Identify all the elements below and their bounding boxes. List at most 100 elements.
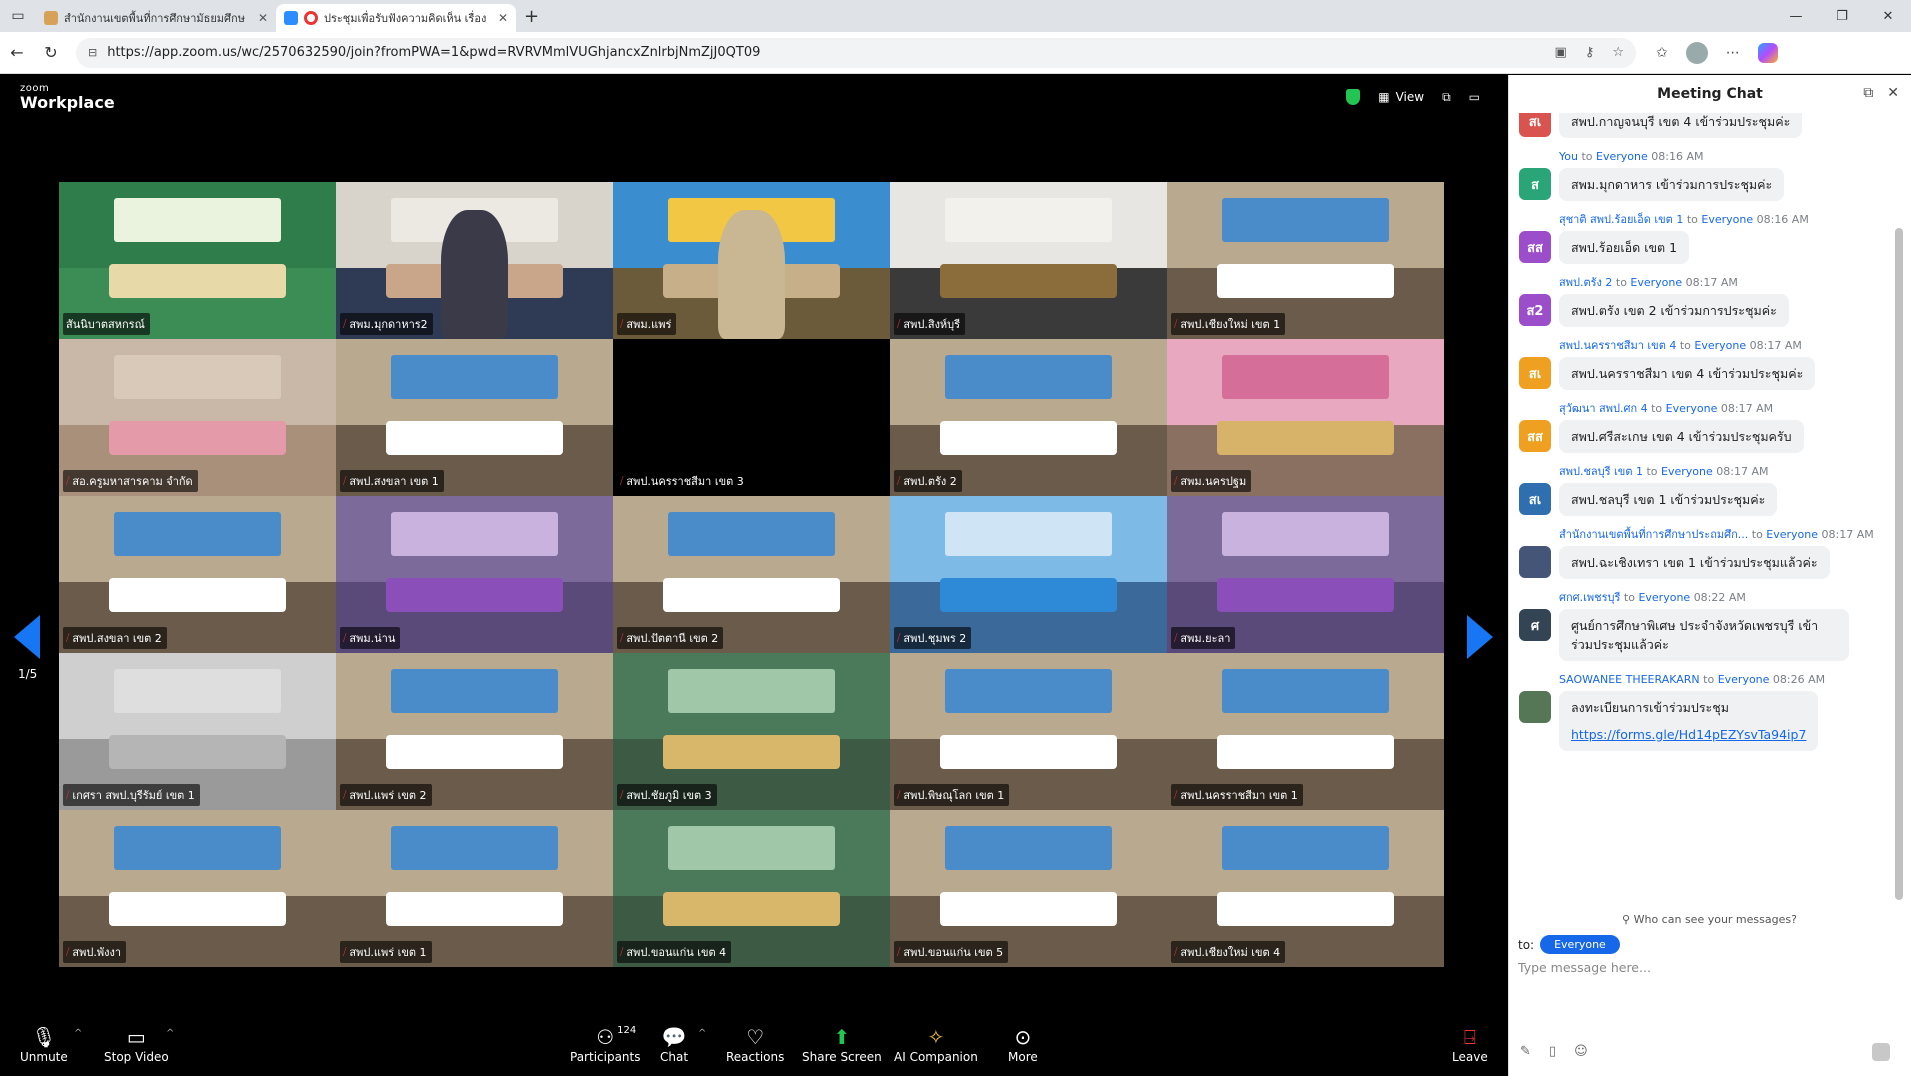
who-can-see-link[interactable]: ⚲ Who can see your messages? [1508, 913, 1911, 926]
share-screen-button[interactable]: ⬆ Share Screen [802, 1024, 882, 1064]
video-tile[interactable]: ⧸ สอ.ครูมหาสารคาม จำกัด [59, 339, 336, 496]
message-meta: สพป.ตรัง 2 to Everyone 08:17 AM [1559, 272, 1897, 294]
restore-icon[interactable]: ❐ [1819, 9, 1865, 24]
participant-name: สพป.ขอนแก่น เขต 4 [626, 946, 727, 959]
sender-name[interactable]: สำนักงานเขตพื้นที่การศึกษาประถมศึก... [1559, 528, 1748, 541]
leave-button[interactable]: ⍈ Leave [1452, 1024, 1488, 1064]
video-tile[interactable]: ⧸ เกศรา สพป.บุรีรัมย์ เขต 1 [59, 653, 336, 810]
sender-name[interactable]: สพป.ตรัง 2 [1559, 276, 1612, 289]
recipient-selector[interactable]: Everyone [1540, 935, 1620, 954]
video-tile[interactable]: ⧸ สพป.ชุมพร 2 [890, 496, 1167, 653]
chat-options-caret-icon[interactable]: ^ [698, 1028, 706, 1039]
close-tab-icon[interactable]: ✕ [498, 11, 508, 25]
participants-button[interactable]: ⚇ 124 Participants [570, 1024, 641, 1064]
chat-scrollbar[interactable] [1895, 228, 1903, 900]
close-window-icon[interactable]: ✕ [1865, 9, 1911, 24]
stop-video-button[interactable]: ▭ Stop Video [104, 1024, 169, 1064]
audio-options-caret-icon[interactable]: ^ [74, 1028, 82, 1039]
to-word: to [1751, 528, 1763, 541]
new-tab-icon[interactable]: + [524, 6, 539, 27]
scene-table [385, 577, 564, 613]
chat-button[interactable]: 💬 Chat [660, 1024, 688, 1064]
video-tile[interactable]: ⧸ สพป.ตรัง 2 [890, 339, 1167, 496]
video-tile[interactable]: ⧸ สพป.นครราชสีมา เขต 1 [1167, 653, 1444, 810]
video-tile[interactable]: ⧸ สพป.พังงา [59, 810, 336, 967]
video-tile[interactable]: ⧸ สพป.เชียงใหม่ เขต 1 [1167, 182, 1444, 339]
copilot-icon[interactable] [1757, 42, 1778, 63]
recipient-name: Everyone [1630, 276, 1683, 289]
video-tile[interactable]: ⧸ สพป.ชัยภูมิ เขต 3 [613, 653, 890, 810]
format-text-icon[interactable]: ✎ [1520, 1044, 1531, 1059]
favorites-icon[interactable]: ✩ [1656, 45, 1668, 61]
message-bubble: สพป.ร้อยเอ็ด เขต 1 [1559, 231, 1690, 264]
participant-name-label: ⧸ สพป.ขอนแก่น เขต 5 [894, 941, 1009, 963]
pop-out-icon[interactable]: ⧉ [1863, 85, 1873, 101]
participant-name-label: ⧸ สพม.ยะลา [1171, 627, 1236, 649]
ai-companion-button[interactable]: ✧ AI Companion [894, 1024, 978, 1064]
video-tile[interactable]: ⧸ สพป.สงขลา เขต 1 [336, 339, 613, 496]
video-tile[interactable]: ⧸ สพม.น่าน [336, 496, 613, 653]
picture-in-picture-icon[interactable]: ⧉ [1442, 90, 1451, 105]
more-button[interactable]: ⊙ More [1008, 1024, 1038, 1064]
video-tile[interactable]: ⧸ สพป.สงขลา เขต 2 [59, 496, 336, 653]
message-link[interactable]: https://forms.gle/Hd14pEZYsvTa94ip7 [1571, 725, 1806, 744]
close-chat-icon[interactable]: ✕ [1887, 85, 1899, 101]
video-tile[interactable]: ⧸ สพม.แพร่ [613, 182, 890, 339]
scene-table [108, 891, 287, 927]
sender-name[interactable]: สพป.ชลบุรี เขต 1 [1559, 465, 1643, 478]
chat-input[interactable]: Type message here... [1518, 960, 1651, 975]
browser-tab-1[interactable]: สำนักงานเขตพื้นที่การศึกษามัธยมศึกษ ✕ [36, 4, 276, 32]
next-page-icon[interactable] [1467, 615, 1493, 659]
camera-icon[interactable]: ▣ [1555, 45, 1567, 60]
sender-name[interactable]: You [1559, 150, 1578, 163]
sender-name[interactable]: สุวัฒนา สพป.ศก 4 [1559, 402, 1648, 415]
close-tab-icon[interactable]: ✕ [258, 11, 268, 25]
video-tile[interactable]: สันนิบาตสหกรณ์ [59, 182, 336, 339]
video-tile[interactable]: ⧸ สพป.เชียงใหม่ เขต 4 [1167, 810, 1444, 967]
unmute-button[interactable]: 🎙 Unmute [20, 1024, 68, 1064]
key-icon[interactable]: ⚷ [1585, 45, 1595, 60]
url-field[interactable]: ⊟ https://app.zoom.us/wc/2570632590/join… [76, 37, 1636, 68]
video-tile[interactable]: ⧸ สพป.นครราชสีมา เขต 3 [613, 339, 890, 496]
favorite-star-icon[interactable]: ☆ [1612, 45, 1624, 60]
send-icon[interactable] [1872, 1043, 1890, 1061]
menu-dots-icon[interactable]: ⋯ [1726, 45, 1740, 61]
site-info-icon[interactable]: ⊟ [88, 46, 97, 59]
video-tile[interactable]: ⧸ สพม.ยะลา [1167, 496, 1444, 653]
to-word: to [1703, 673, 1715, 686]
video-tile[interactable]: ⧸ สพป.พิษณุโลก เขต 1 [890, 653, 1167, 810]
video-tile[interactable]: ⧸ สพป.สิงห์บุรี [890, 182, 1167, 339]
previous-page-icon[interactable] [14, 615, 40, 659]
video-tile[interactable]: ⧸ สพม.มุกดาหาร2 [336, 182, 613, 339]
video-tile[interactable]: ⧸ สพป.แพร่ เขต 1 [336, 810, 613, 967]
security-shield-icon[interactable] [1346, 89, 1361, 105]
participant-name: สพป.ชัยภูมิ เขต 3 [626, 789, 712, 802]
reactions-button[interactable]: ♡ Reactions [726, 1024, 784, 1064]
profile-avatar[interactable] [1685, 41, 1708, 64]
message-text: สพป.ร้อยเอ็ด เขต 1 [1571, 240, 1678, 255]
reload-icon[interactable]: ↻ [34, 43, 68, 62]
to-word: to [1615, 276, 1627, 289]
chat-message: ศกศ.เพชรบุรี to Everyone 08:22 AM ศ ศูนย์… [1509, 587, 1897, 669]
tab-actions-icon[interactable]: ▭ [0, 0, 36, 32]
to-label: to: [1518, 937, 1535, 952]
video-tile[interactable]: ⧸ สพป.แพร่ เขต 2 [336, 653, 613, 810]
video-tile[interactable]: ⧸ สพป.ขอนแก่น เขต 5 [890, 810, 1167, 967]
minimize-window-icon[interactable]: ▭ [1469, 90, 1480, 104]
browser-tab-2[interactable]: ประชุมเพื่อรับฟังความคิดเห็น เรื่อง ✕ [276, 4, 516, 32]
sender-name[interactable]: สพป.นครราชสีมา เขต 4 [1559, 339, 1676, 352]
back-icon[interactable]: ← [0, 43, 34, 62]
video-options-caret-icon[interactable]: ^ [166, 1028, 174, 1039]
sender-name[interactable]: ศกศ.เพชรบุรี [1559, 591, 1620, 604]
sender-name[interactable]: สุชาติ สพป.ร้อยเอ็ด เขต 1 [1559, 213, 1683, 226]
chat-message-list[interactable]: สเ สพป.กาญจนบุรี เขต 4 เข้าร่วมประชุมค่ะ … [1509, 113, 1897, 913]
minimize-icon[interactable]: — [1773, 9, 1819, 24]
sender-name[interactable]: SAOWANEE THEERAKARN [1559, 673, 1700, 686]
video-tile[interactable]: ⧸ สพม.นครปฐม [1167, 339, 1444, 496]
view-button[interactable]: ▦ View [1378, 90, 1424, 104]
video-tile[interactable]: ⧸ สพป.ขอนแก่น เขต 4 [613, 810, 890, 967]
emoji-icon[interactable]: ☺ [1574, 1044, 1588, 1059]
reactions-label: Reactions [726, 1050, 785, 1064]
file-attach-icon[interactable]: ▯ [1549, 1044, 1556, 1059]
video-tile[interactable]: ⧸ สพป.ปัตตานี เขต 2 [613, 496, 890, 653]
